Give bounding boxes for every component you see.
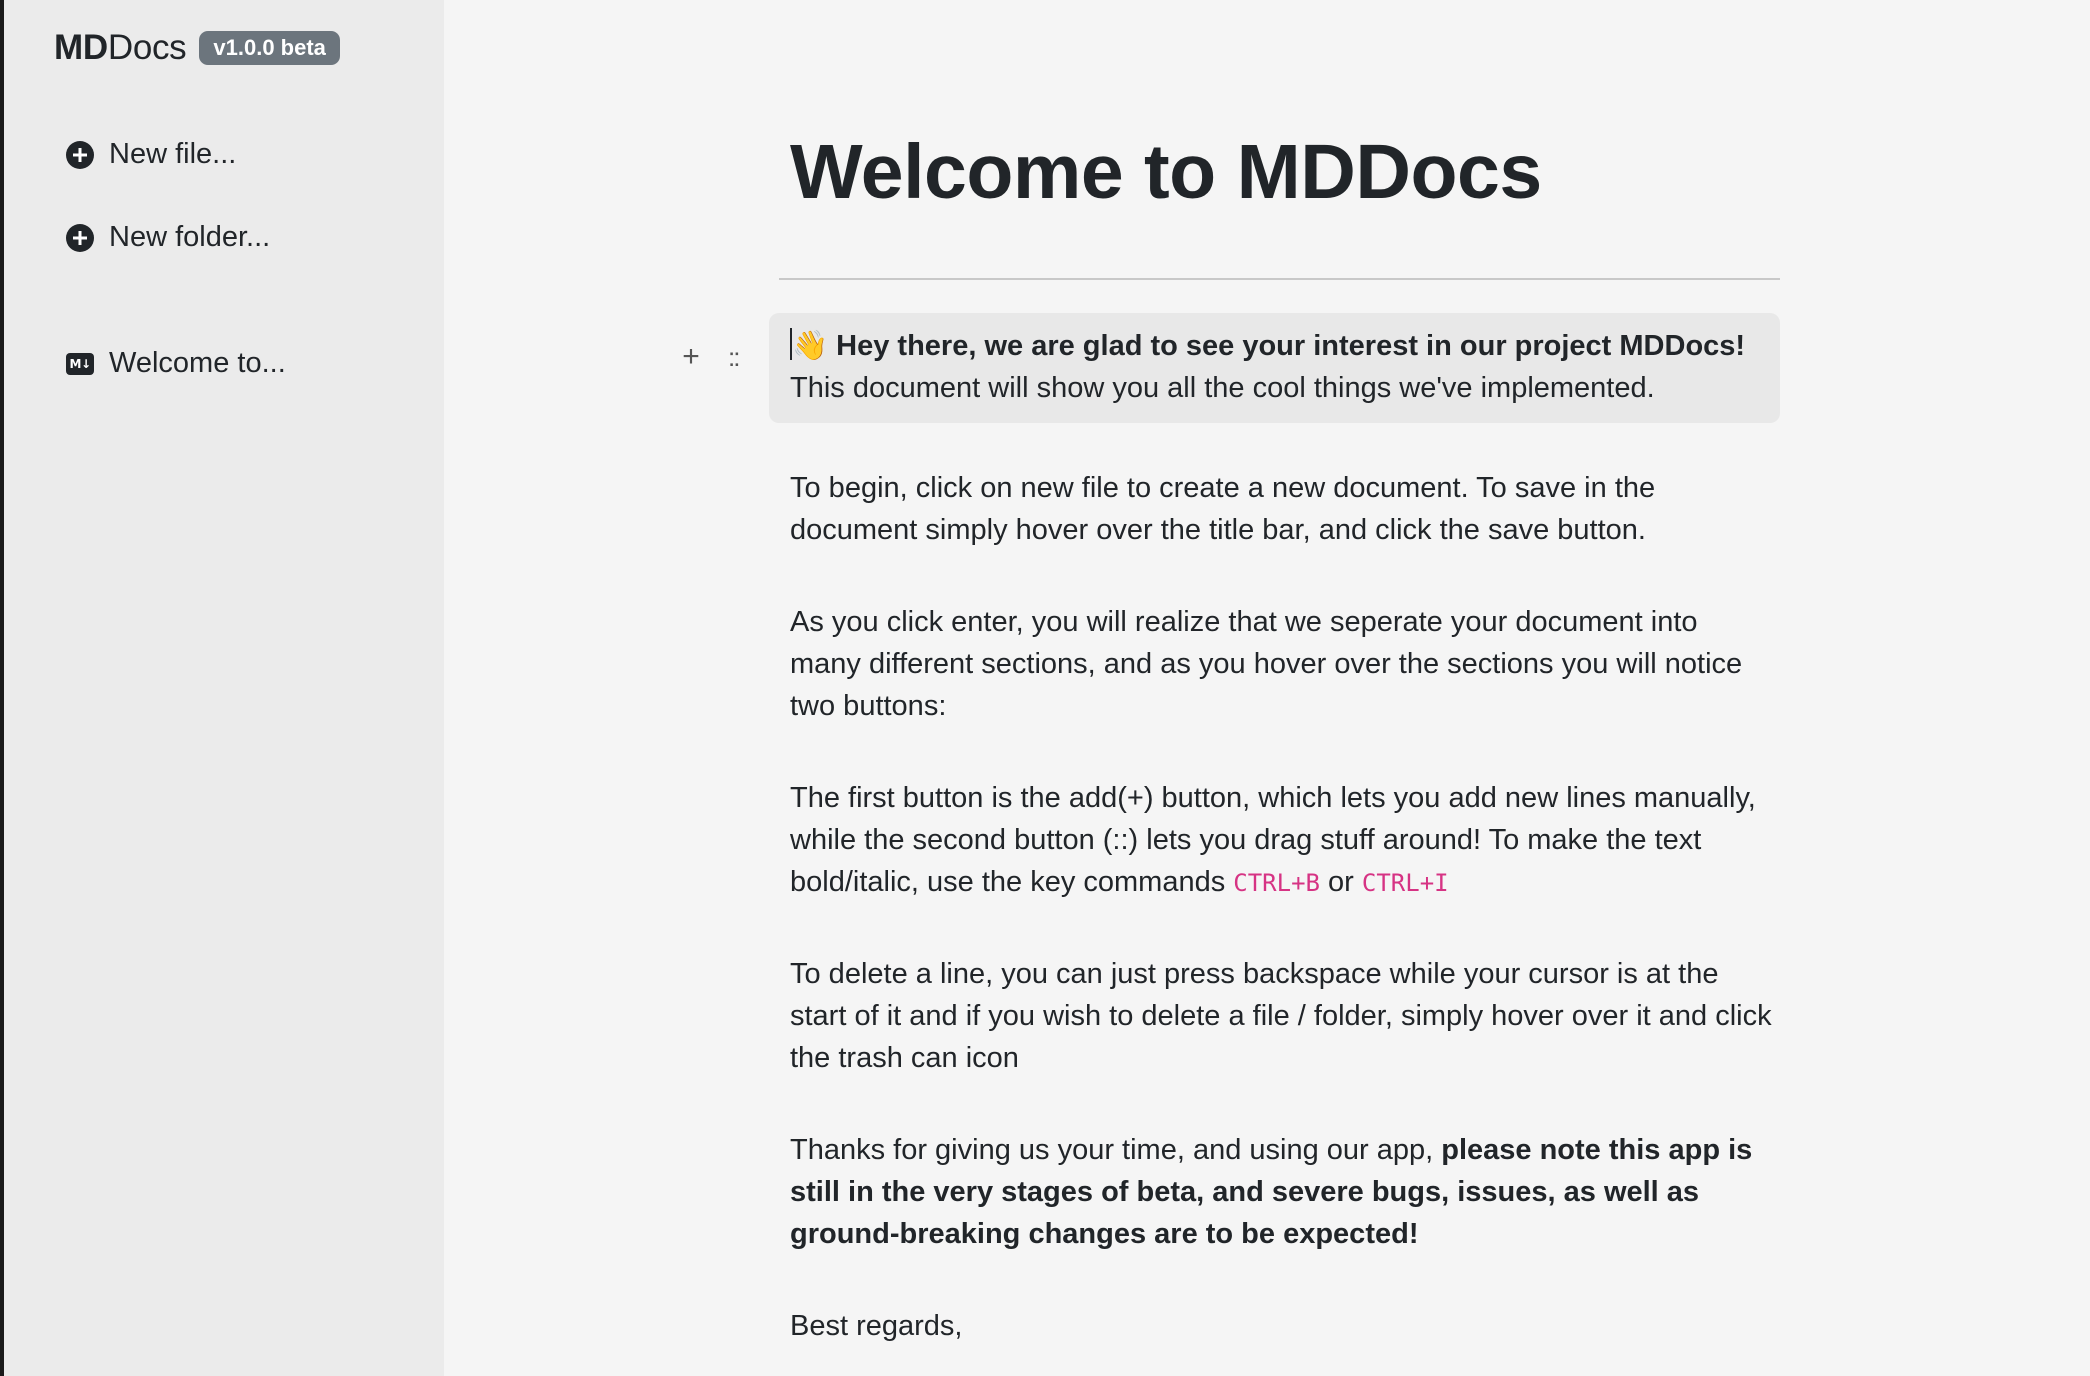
document-block[interactable]: To delete a line, you can just press bac… (790, 953, 1775, 1079)
inline-code: CTRL+B (1233, 869, 1320, 897)
block-text: This document will show you all the cool… (790, 372, 1655, 404)
document-block[interactable]: Best regards, (790, 1305, 1775, 1347)
brand: MDDocs v1.0.0 beta (54, 28, 340, 68)
new-folder-label: New folder... (109, 221, 271, 253)
inline-code: CTRL+I (1361, 869, 1449, 897)
block-toolbar: + :: (676, 340, 741, 374)
app-window: MDDocs v1.0.0 beta New file... New folde… (0, 0, 2090, 1376)
block-text: To delete a line, you can just press bac… (790, 958, 1772, 1074)
document-block[interactable]: 👋 Hey there, we are glad to see your int… (769, 313, 1780, 423)
block-text: Best regards, (790, 1310, 963, 1342)
block-text: or (1328, 866, 1354, 898)
document-editor: Welcome to MDDocs + :: 👋 Hey there, we a… (444, 0, 2090, 1376)
sidebar: MDDocs v1.0.0 beta New file... New folde… (4, 0, 444, 1376)
plus-circle-icon (66, 223, 94, 252)
block-bold-text: Hey there, we are glad to see your inter… (836, 330, 1746, 362)
markdown-file-icon: M↓ (66, 350, 94, 378)
new-file-label: New file... (109, 138, 237, 170)
new-file-button[interactable]: New file... (66, 138, 236, 171)
block-text: As you click enter, you will realize tha… (790, 606, 1743, 722)
block-text: To begin, click on new file to create a … (790, 472, 1656, 546)
document-block[interactable]: The first button is the add(+) button, w… (790, 777, 1775, 904)
new-folder-button[interactable]: New folder... (66, 221, 270, 254)
title-divider (779, 278, 1780, 280)
document-title[interactable]: Welcome to MDDocs (790, 128, 1542, 217)
app-logo: MDDocs (54, 28, 187, 67)
file-item-label: Welcome to... (109, 347, 286, 379)
file-item-welcome[interactable]: M↓ Welcome to... (66, 347, 286, 380)
document-block[interactable]: Thanks for giving us your time, and usin… (790, 1129, 1775, 1255)
drag-handle[interactable]: :: (728, 342, 741, 373)
add-block-button[interactable]: + (676, 340, 706, 374)
document-block[interactable]: To begin, click on new file to create a … (790, 467, 1775, 551)
wave-emoji: 👋 (792, 330, 829, 362)
plus-circle-icon (66, 140, 94, 169)
version-badge: v1.0.0 beta (199, 31, 340, 65)
block-text: Thanks for giving us your time, and usin… (790, 1134, 1434, 1166)
document-block[interactable]: As you click enter, you will realize tha… (790, 601, 1775, 727)
